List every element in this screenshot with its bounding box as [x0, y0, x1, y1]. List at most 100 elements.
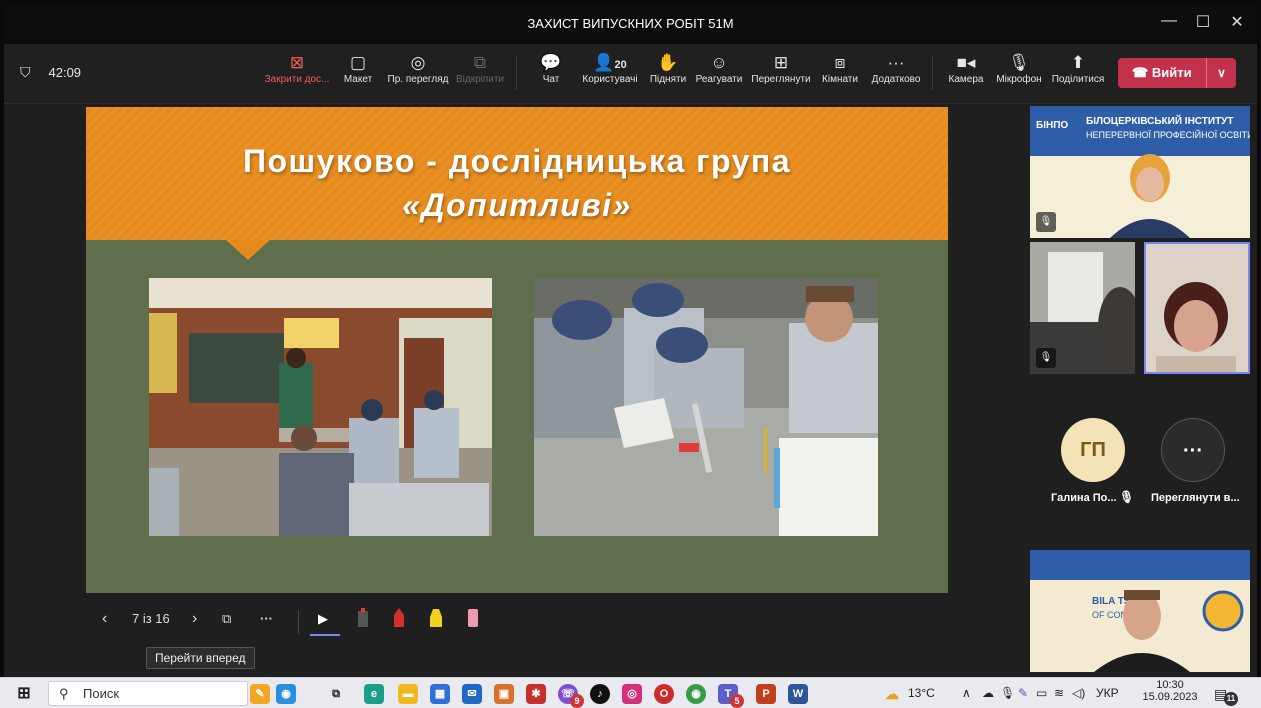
microphone-tray-icon[interactable]: 🎙 [1000, 686, 1015, 700]
grid-icon: ⊞ [773, 53, 789, 72]
more-button[interactable]: ··· Додатково [868, 52, 924, 85]
search-label: Поиск [83, 686, 120, 701]
tiktok-icon[interactable]: ♪ [590, 684, 610, 704]
rooms-button[interactable]: ⧈ Кімнати [818, 52, 862, 85]
stop-sharing-label: Закрити дос... [264, 74, 330, 85]
controls-divider [298, 610, 299, 634]
laser-pen-icon[interactable] [356, 607, 370, 631]
layout-button[interactable]: ▢ Макет [340, 52, 376, 85]
leave-button[interactable]: ☎ Вийти ∨ [1118, 58, 1236, 88]
unpin-button[interactable]: ⧉ Відкріпити [454, 52, 506, 85]
eraser-icon[interactable] [466, 607, 480, 631]
title-bar: ЗАХИСТ ВИПУСКНИХ РОБІТ 51М — ☐ ✕ [4, 4, 1257, 44]
task-view-icon[interactable]: ⧉ [326, 684, 346, 704]
participant-video-man [1094, 590, 1190, 672]
react-button[interactable]: ☺ Реагувати [694, 52, 744, 85]
pen-icon[interactable]: ✎ [1018, 686, 1028, 700]
mic-off-icon: 🎙 [1008, 53, 1030, 72]
mail-icon[interactable]: ✉ [462, 684, 482, 704]
view-button[interactable]: ◎ Пр. перегляд [386, 52, 450, 85]
view-more-label[interactable]: Переглянути в... [1151, 492, 1240, 504]
instagram-icon[interactable]: ◎ [622, 684, 642, 704]
photos-icon[interactable]: ▣ [494, 684, 514, 704]
app-icon[interactable]: ✱ [526, 684, 546, 704]
participant-tile-room[interactable]: 🎙 [1030, 242, 1135, 374]
show-hidden-icons-icon[interactable]: ∧ [962, 686, 971, 700]
layout-icon: ▢ [349, 53, 367, 72]
students-photo [534, 278, 878, 536]
clock-date: 15.09.2023 [1142, 691, 1198, 703]
chevron-down-icon[interactable]: ∨ [1206, 58, 1236, 88]
more-icon: ··· [887, 53, 905, 72]
taskbar-search[interactable]: ⚲ Поиск [48, 681, 248, 706]
clock[interactable]: 10:30 15.09.2023 [1142, 679, 1198, 703]
participant-avatar[interactable]: ГП [1061, 418, 1125, 482]
participant-video-speaker [1146, 244, 1248, 372]
shared-content-stage: Пошуково - дослідницька група «Допитливі… [4, 104, 1023, 677]
shield-icon: ⛉ [20, 64, 31, 80]
institute-name-line1: БІЛОЦЕРКІВСЬКИЙ ІНСТИТУТ [1086, 116, 1234, 127]
grid-view-icon[interactable]: ⧉ [222, 607, 231, 631]
rooms-icon: ⧈ [834, 53, 846, 72]
chrome-icon[interactable]: ◉ [686, 684, 706, 704]
meeting-toolbar: ⛉ 42:09 ⊠ Закрити дос... ▢ Макет ◎ Пр. п… [4, 44, 1257, 104]
file-explorer-icon[interactable]: ▬ [398, 684, 418, 704]
onedrive-icon[interactable]: ☁ [982, 686, 994, 700]
people-label: Користувачі [582, 74, 638, 85]
phone-icon: ☎ [1132, 65, 1149, 80]
battery-icon[interactable]: ▭ [1036, 686, 1047, 700]
raise-hand-button[interactable]: ✋ Підняти [648, 52, 688, 85]
more-options-icon[interactable]: ··· [260, 607, 273, 631]
next-slide-icon[interactable]: › [192, 607, 197, 631]
close-icon[interactable]: ✕ [1222, 12, 1252, 32]
chat-button[interactable]: 💬 Чат [536, 52, 566, 85]
people-count: 20 [614, 59, 627, 71]
volume-icon[interactable]: ◁) [1072, 686, 1085, 700]
view-all-button[interactable]: ⊞ Переглянути [750, 52, 812, 85]
participant-tile-institute[interactable]: БІНПО БІЛОЦЕРКІВСЬКИЙ ІНСТИТУТ НЕПЕРЕРВН… [1030, 106, 1250, 238]
view-more-avatar-icon[interactable]: ··· [1161, 418, 1225, 482]
language-indicator[interactable]: УКР [1096, 686, 1119, 700]
powerpoint-icon[interactable]: P [756, 684, 776, 704]
microphone-button[interactable]: 🎙 Мікрофон [994, 52, 1044, 85]
windows-start-icon[interactable]: ⊞ [14, 684, 34, 704]
previous-slide-icon[interactable]: ‹ [102, 607, 107, 631]
banner-notch [226, 240, 270, 260]
hand-icon: ✋ [657, 53, 679, 72]
mic-off-icon: 🎙 [1036, 348, 1056, 368]
chat-icon: 💬 [540, 53, 562, 72]
widget-character-icon[interactable]: ◉ [276, 684, 296, 704]
presentation-slide: Пошуково - дослідницька група «Допитливі… [86, 107, 948, 593]
unpin-icon: ⧉ [473, 53, 487, 72]
store-icon[interactable]: ▦ [430, 684, 450, 704]
wifi-icon[interactable]: ≋ [1054, 686, 1064, 700]
pointer-icon[interactable]: ▶ [318, 607, 328, 631]
share-icon: ⬆ [1070, 53, 1086, 72]
camera-button[interactable]: ■◂ Камера [946, 52, 986, 85]
weather-icon[interactable]: ☁ [882, 684, 902, 704]
share-button[interactable]: ⬆ Поділитися [1050, 52, 1106, 85]
edge-icon[interactable]: e [364, 684, 384, 704]
microphone-label: Мікрофон [996, 74, 1042, 85]
temperature: 13°C [908, 686, 935, 700]
word-icon[interactable]: W [788, 684, 808, 704]
participant-tile-speaker[interactable] [1144, 242, 1250, 374]
search-highlight-icon[interactable]: ✎ [250, 684, 270, 704]
highlighter-icon[interactable] [428, 607, 444, 631]
maximize-icon[interactable]: ☐ [1188, 12, 1218, 32]
toolbar-divider [932, 56, 933, 90]
layout-label: Макет [343, 74, 373, 85]
react-label: Реагувати [695, 74, 743, 85]
view-all-label: Переглянути [751, 74, 811, 85]
minimize-icon[interactable]: — [1154, 12, 1184, 30]
red-pen-icon[interactable] [392, 607, 406, 631]
clock-time: 10:30 [1156, 679, 1184, 691]
teams-window: ЗАХИСТ ВИПУСКНИХ РОБІТ 51М — ☐ ✕ ⛉ 42:09… [4, 4, 1257, 677]
stop-sharing-button[interactable]: ⊠ Закрити дос... [262, 52, 332, 85]
unpin-label: Відкріпити [455, 74, 505, 85]
participant-name: Галина По... [1051, 492, 1117, 504]
opera-icon[interactable]: O [654, 684, 674, 704]
timer-text: 42:09 [48, 65, 82, 80]
participant-tile-presenter[interactable]: BILA TS OF CONT [1030, 550, 1250, 672]
people-button[interactable]: 👤20 Користувачі [578, 52, 642, 85]
